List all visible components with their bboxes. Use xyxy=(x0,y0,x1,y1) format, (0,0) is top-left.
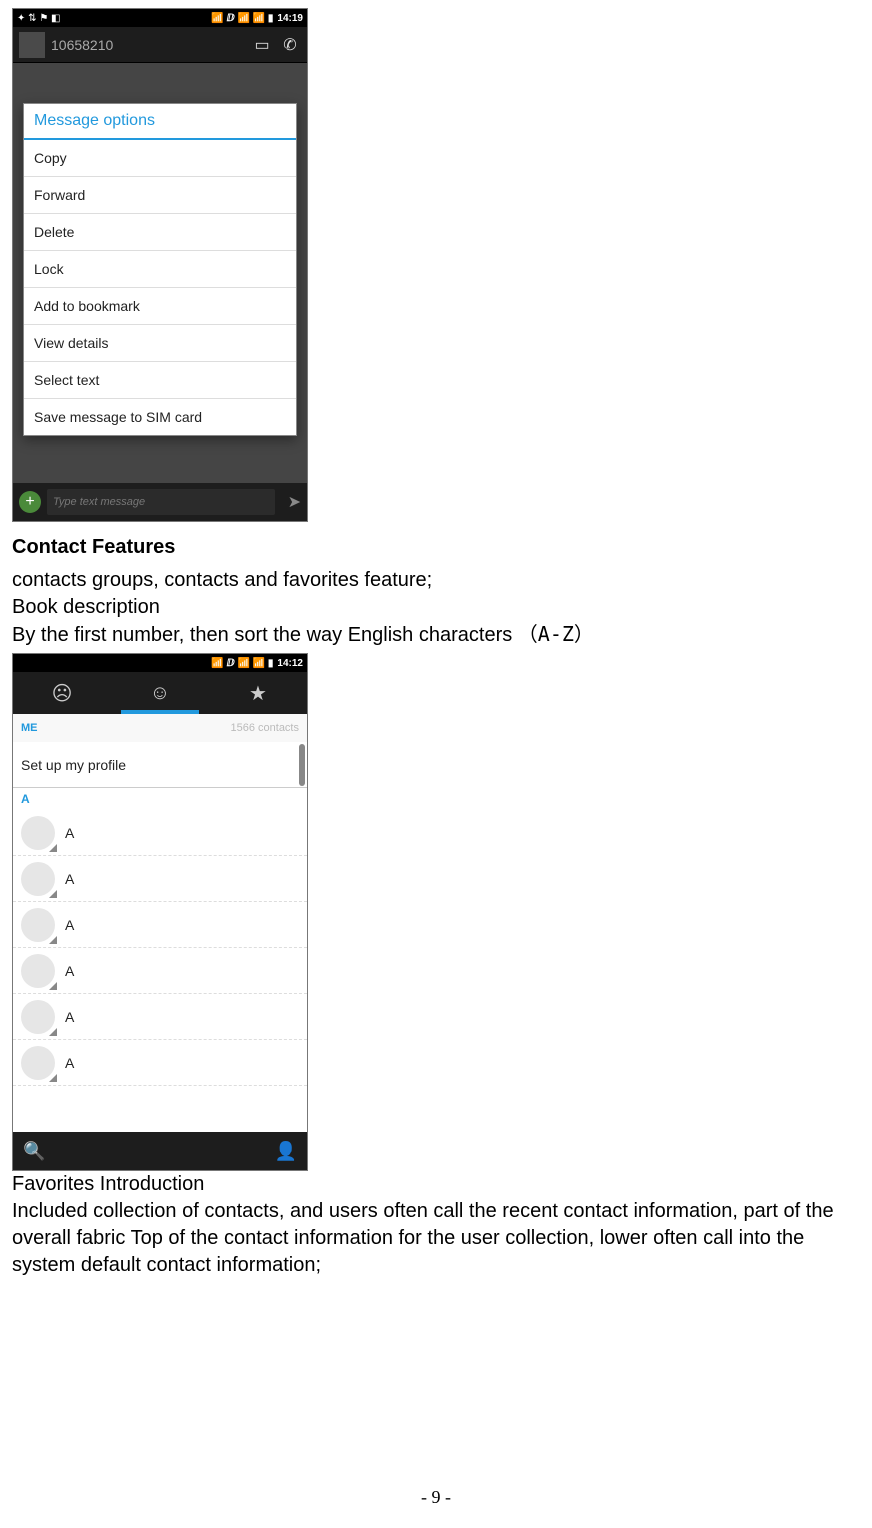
add-attachment-icon[interactable]: + xyxy=(19,491,41,513)
contact-number[interactable]: 10658210 xyxy=(51,37,245,53)
message-options-menu: Message options Copy Forward Delete Lock… xyxy=(23,103,297,436)
contacts-bottom-bar: 🔍 👤 xyxy=(13,1132,307,1170)
menu-item-delete[interactable]: Delete xyxy=(24,214,296,251)
contact-photo-icon[interactable] xyxy=(19,32,45,58)
add-contact-icon[interactable]: 👤 xyxy=(275,1141,297,1162)
profile-label: Set up my profile xyxy=(21,757,126,773)
menu-item-select-text[interactable]: Select text xyxy=(24,362,296,399)
contact-row[interactable]: A xyxy=(13,994,307,1040)
status-left-icons: ✦ ⇅ ⚑ ◧ xyxy=(17,13,61,24)
avatar-icon xyxy=(21,1000,55,1034)
screenshot-message-options: ✦ ⇅ ⚑ ◧ 📶 ⅅ 📶 📶 ▮ 14:19 10658210 ▭ ✆ Mes… xyxy=(12,8,308,522)
status-clock: 14:19 xyxy=(277,13,303,24)
contact-name: A xyxy=(65,917,74,933)
contact-name: A xyxy=(65,1009,74,1025)
status-bar: 📶 ⅅ 📶 📶 ▮ 14:12 xyxy=(13,654,307,672)
contact-row[interactable]: A xyxy=(13,1040,307,1086)
favorites-intro-body: Included collection of contacts, and use… xyxy=(12,1198,860,1279)
contact-name: A xyxy=(65,963,74,979)
contact-row[interactable]: A xyxy=(13,948,307,994)
send-icon[interactable]: ➤ xyxy=(281,492,301,512)
star-icon: ★ xyxy=(249,681,267,706)
avatar-icon xyxy=(21,1046,55,1080)
contact-row[interactable]: A xyxy=(13,810,307,856)
avatar-icon xyxy=(21,862,55,896)
me-label: ME xyxy=(21,722,38,734)
scrollbar-thumb[interactable] xyxy=(299,744,305,786)
contact-name: A xyxy=(65,1055,74,1071)
avatar-icon xyxy=(21,816,55,850)
contact-row[interactable]: A xyxy=(13,902,307,948)
scrollbar[interactable] xyxy=(299,744,305,1130)
menu-item-forward[interactable]: Forward xyxy=(24,177,296,214)
avatar-icon xyxy=(21,908,55,942)
status-bar: ✦ ⇅ ⚑ ◧ 📶 ⅅ 📶 📶 ▮ 14:19 xyxy=(13,9,307,27)
status-right-icons: 📶 ⅅ 📶 📶 ▮ xyxy=(211,658,273,669)
body-line-1: contacts groups, contacts and favorites … xyxy=(12,567,860,594)
contact-name: A xyxy=(65,825,74,841)
menu-item-lock[interactable]: Lock xyxy=(24,251,296,288)
status-right-icons: 📶 ⅅ 📶 📶 ▮ xyxy=(211,13,273,24)
contact-card-icon[interactable]: ▭ xyxy=(251,35,273,55)
body-line-2: Book description xyxy=(12,594,860,621)
section-header-a: A xyxy=(13,788,307,810)
message-composer: + Type text message ➤ xyxy=(13,483,307,521)
screenshot-contacts-list: 📶 ⅅ 📶 📶 ▮ 14:12 ☹ ☺ ★ ME 1566 contacts S… xyxy=(12,653,308,1171)
contact-features-heading: Contact Features xyxy=(12,536,860,559)
profile-row[interactable]: Set up my profile xyxy=(13,742,307,788)
body-line-3: By the first number, then sort the way E… xyxy=(12,621,860,649)
contacts-subheader: ME 1566 contacts xyxy=(13,714,307,742)
menu-item-save-sim[interactable]: Save message to SIM card xyxy=(24,399,296,435)
contacts-tabs: ☹ ☺ ★ xyxy=(13,672,307,714)
body-line-3a: By the first number, then sort the way E… xyxy=(12,624,518,646)
search-icon[interactable]: 🔍 xyxy=(23,1141,45,1162)
contact-name: A xyxy=(65,871,74,887)
groups-icon: ☹ xyxy=(52,681,73,706)
person-icon: ☺ xyxy=(150,682,170,705)
status-clock: 14:12 xyxy=(277,658,303,669)
phone-icon[interactable]: ✆ xyxy=(279,35,301,55)
message-input[interactable]: Type text message xyxy=(47,489,275,515)
tab-favorites[interactable]: ★ xyxy=(209,672,307,714)
avatar-icon xyxy=(21,954,55,988)
tab-contacts[interactable]: ☺ xyxy=(111,672,209,714)
tab-groups[interactable]: ☹ xyxy=(13,672,111,714)
conversation-header: 10658210 ▭ ✆ xyxy=(13,27,307,63)
menu-item-add-bookmark[interactable]: Add to bookmark xyxy=(24,288,296,325)
az-label: （A-Z） xyxy=(518,622,594,646)
page-number: - 9 - xyxy=(0,1487,872,1508)
menu-item-view-details[interactable]: View details xyxy=(24,325,296,362)
favorites-intro-heading: Favorites Introduction xyxy=(12,1171,860,1198)
contact-row[interactable]: A xyxy=(13,856,307,902)
contacts-count: 1566 contacts xyxy=(231,722,300,734)
menu-title: Message options xyxy=(24,104,296,140)
menu-item-copy[interactable]: Copy xyxy=(24,140,296,177)
